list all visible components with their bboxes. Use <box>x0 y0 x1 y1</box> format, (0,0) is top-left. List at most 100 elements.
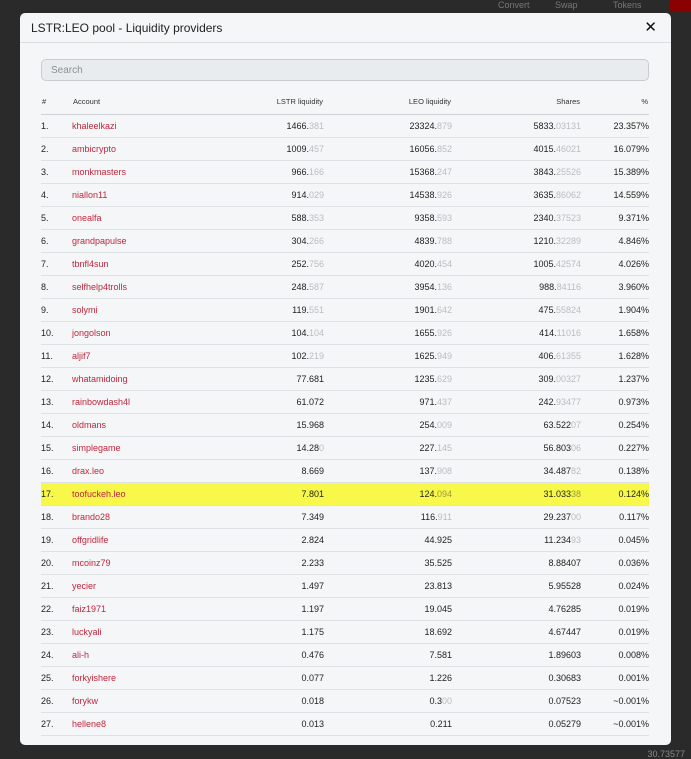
shares-value: 475. <box>538 305 556 315</box>
leo-value-dim: 852 <box>436 144 452 154</box>
lstr-value-dim: 104 <box>308 328 324 338</box>
bg-red-button[interactable] <box>669 0 691 12</box>
row-lstr-liquidity: 252.756 <box>194 252 324 276</box>
row-account-link[interactable]: rainbowdash4l <box>72 390 194 414</box>
row-percent: 0.138% <box>581 459 649 483</box>
bg-nav-swap[interactable]: Swap <box>555 0 578 10</box>
row-leo-liquidity: 9358.593 <box>324 206 452 230</box>
leo-value-dim: 009 <box>436 420 452 430</box>
row-lstr-liquidity: 588.353 <box>194 206 324 230</box>
lstr-value: 1009. <box>286 144 309 154</box>
lstr-value-dim: 0 <box>318 443 324 453</box>
leo-value: 19.045 <box>424 604 452 614</box>
row-account-link[interactable]: monkmasters <box>72 160 194 184</box>
table-row: 4. niallon11 914.029 14538.926 3635.86062 14.… <box>41 183 649 207</box>
row-rank: 11. <box>41 344 72 368</box>
lstr-value: 77.681 <box>296 374 324 384</box>
row-account-link[interactable]: ambicrypto <box>72 137 194 161</box>
row-account-link[interactable]: solymi <box>72 298 194 322</box>
leo-value: 124. <box>419 489 437 499</box>
row-account-link[interactable]: forkyishere <box>72 666 194 690</box>
leo-value-dim: 879 <box>436 121 452 131</box>
row-account-link[interactable]: faiz1971 <box>72 597 194 621</box>
shares-value: 3843. <box>533 167 556 177</box>
bg-nav-convert[interactable]: Convert <box>498 0 530 10</box>
row-account-link[interactable]: tbnfl4sun <box>72 252 194 276</box>
row-account-link[interactable]: luckyali <box>72 620 194 644</box>
close-icon[interactable]: ✕ <box>644 20 657 35</box>
shares-value-dim: 86062 <box>555 190 581 200</box>
row-account-link[interactable]: simplegame <box>72 436 194 460</box>
row-percent: 0.117% <box>581 505 649 529</box>
row-shares: 8.88407 <box>452 551 581 575</box>
row-lstr-liquidity: 102.219 <box>194 344 324 368</box>
row-shares: 29.23700 <box>452 505 581 529</box>
row-account-link[interactable]: yecier <box>72 574 194 598</box>
shares-value: 11.234 <box>544 535 571 545</box>
leo-value-dim: 911 <box>437 512 452 522</box>
row-lstr-liquidity: 15.968 <box>194 413 324 437</box>
row-leo-liquidity: 971.437 <box>324 390 452 414</box>
shares-value: 56.803 <box>543 443 571 453</box>
leo-value: 23.813 <box>424 581 452 591</box>
row-account-link[interactable]: khaleelkazi <box>72 114 194 138</box>
row-account-link[interactable]: onealfa <box>72 206 194 230</box>
lstr-value-dim: 457 <box>308 144 324 154</box>
row-lstr-liquidity: 966.166 <box>194 160 324 184</box>
shares-value: 31.033 <box>543 489 571 499</box>
shares-value: 988. <box>539 282 557 292</box>
row-account-link[interactable]: grandpapulse <box>72 229 194 253</box>
lstr-value: 252. <box>291 259 309 269</box>
shares-value: 0.07523 <box>548 696 581 706</box>
lstr-value: 0.018 <box>301 696 324 706</box>
leo-value: 18.692 <box>424 627 452 637</box>
table-row: 3. monkmasters 966.166 15368.247 3843.25526 1… <box>41 160 649 184</box>
search-input[interactable] <box>41 59 649 81</box>
row-account-link[interactable]: niallon11 <box>72 183 194 207</box>
row-shares: 1.89603 <box>452 643 581 667</box>
row-rank: 22. <box>41 597 72 621</box>
leo-value: 4839. <box>414 236 437 246</box>
row-account-link[interactable]: toofuckeh.leo <box>72 482 194 506</box>
row-rank: 19. <box>41 528 72 552</box>
row-account-link[interactable]: ali-h <box>72 643 194 667</box>
row-rank: 23. <box>41 620 72 644</box>
shares-value-dim: 06 <box>570 443 581 453</box>
row-percent: 3.960% <box>581 275 649 299</box>
row-account-link[interactable]: mcoinz79 <box>72 551 194 575</box>
row-account-link[interactable]: brando28 <box>72 505 194 529</box>
row-leo-liquidity: 227.145 <box>324 436 452 460</box>
row-account-link[interactable]: aljif7 <box>72 344 194 368</box>
row-lstr-liquidity: 248.587 <box>194 275 324 299</box>
row-rank: 20. <box>41 551 72 575</box>
row-leo-liquidity: 137.908 <box>324 459 452 483</box>
row-lstr-liquidity: 2.233 <box>194 551 324 575</box>
row-account-link[interactable]: hellene8 <box>72 712 194 736</box>
leo-value: 23324. <box>409 121 437 131</box>
leo-value: 4020. <box>414 259 437 269</box>
leo-value-dim: 437 <box>436 397 452 407</box>
col-header-account: Account <box>72 89 194 115</box>
shares-value-dim: 61355 <box>555 351 581 361</box>
row-rank: 2. <box>41 137 72 161</box>
row-account-link[interactable]: whatamidoing <box>72 367 194 391</box>
row-account-link[interactable]: oldmans <box>72 413 194 437</box>
leo-value-dim: 593 <box>436 213 452 223</box>
row-account-link[interactable]: jongolson <box>72 321 194 345</box>
bg-nav-tokens[interactable]: Tokens <box>613 0 642 10</box>
row-rank: 14. <box>41 413 72 437</box>
row-account-link[interactable]: offgridlife <box>72 528 194 552</box>
row-account-link[interactable]: drax.leo <box>72 459 194 483</box>
leo-value: 16056. <box>409 144 437 154</box>
row-account-link[interactable]: forykw <box>72 689 194 713</box>
lstr-value-dim: 551 <box>308 305 324 315</box>
row-leo-liquidity: 254.009 <box>324 413 452 437</box>
row-percent: 15.389% <box>581 160 649 184</box>
row-rank: 21. <box>41 574 72 598</box>
row-rank: 13. <box>41 390 72 414</box>
shares-value-dim: 00 <box>570 512 581 522</box>
table-row: 13. rainbowdash4l 61.072 971.437 242.93477 0.… <box>41 390 649 414</box>
leo-value: 9358. <box>414 213 437 223</box>
row-account-link[interactable]: selfhelp4trolls <box>72 275 194 299</box>
leo-value-dim: 642 <box>436 305 452 315</box>
